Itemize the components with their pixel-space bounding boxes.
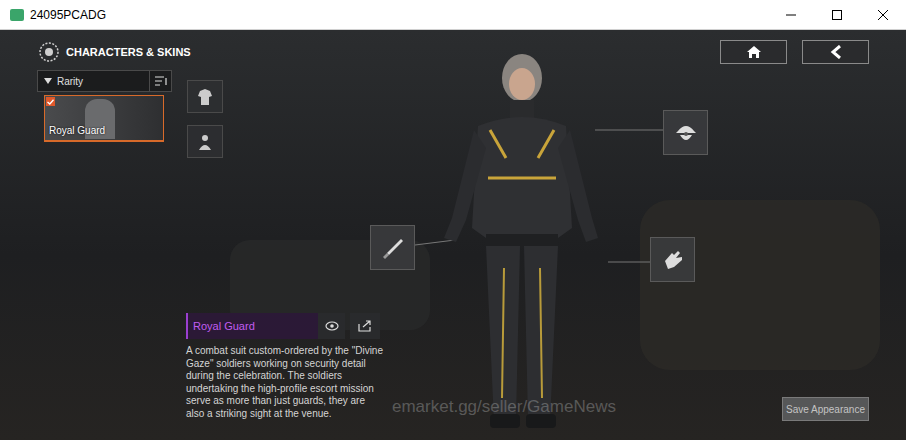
page-title: CHARACTERS & SKINS bbox=[66, 44, 191, 61]
share-icon bbox=[358, 320, 372, 332]
filter-label: Rarity bbox=[57, 74, 83, 89]
character-model[interactable] bbox=[430, 38, 610, 434]
skin-description: A combat suit custom-ordered by the "Div… bbox=[186, 345, 386, 420]
check-icon bbox=[47, 99, 54, 105]
gloves-slot[interactable] bbox=[650, 237, 695, 282]
mask-icon bbox=[672, 119, 700, 147]
globe-icon bbox=[37, 41, 61, 63]
skin-panel: CHARACTERS & SKINS Rarity Royal Guard bbox=[0, 30, 180, 440]
save-appearance-button[interactable]: Save Appearance bbox=[782, 397, 869, 421]
background-scene bbox=[640, 200, 880, 370]
glove-icon bbox=[660, 247, 686, 273]
preview-button[interactable] bbox=[318, 313, 345, 339]
outfit-icon bbox=[196, 88, 214, 106]
pose-icon bbox=[196, 133, 214, 151]
sort-button[interactable] bbox=[149, 71, 171, 91]
outfit-tab[interactable] bbox=[187, 80, 223, 113]
skin-name: Royal Guard bbox=[193, 318, 255, 335]
skin-details: Royal Guard A combat suit custom-ordered… bbox=[186, 313, 386, 420]
skin-name-bar: Royal Guard bbox=[186, 313, 318, 339]
skin-card-label: Royal Guard bbox=[49, 123, 105, 138]
game-screen: CHARACTERS & SKINS Rarity Royal Guard bbox=[0, 30, 906, 440]
rarity-filter[interactable]: Rarity bbox=[37, 70, 172, 92]
skin-card[interactable]: Royal Guard bbox=[44, 95, 164, 142]
sort-icon bbox=[155, 76, 167, 86]
melee-slot[interactable] bbox=[370, 225, 415, 270]
headgear-slot[interactable] bbox=[663, 110, 708, 155]
watermark: emarket.gg/seller/GameNews bbox=[392, 394, 616, 420]
app-window: 24095PCADG bbox=[0, 0, 906, 440]
home-button[interactable] bbox=[720, 40, 787, 64]
title-bar: 24095PCADG bbox=[0, 0, 906, 30]
window-title: 24095PCADG bbox=[30, 6, 106, 24]
close-button[interactable] bbox=[860, 0, 906, 30]
maximize-button[interactable] bbox=[814, 0, 860, 30]
eye-icon bbox=[325, 321, 339, 331]
minimize-icon bbox=[786, 10, 796, 20]
pose-tab[interactable] bbox=[187, 125, 223, 158]
minimize-button[interactable] bbox=[768, 0, 814, 30]
home-icon bbox=[746, 45, 762, 59]
skin-checkbox[interactable] bbox=[46, 97, 55, 106]
maximize-icon bbox=[832, 10, 842, 20]
share-button[interactable] bbox=[350, 313, 380, 339]
app-icon bbox=[10, 9, 24, 21]
close-icon bbox=[878, 10, 888, 20]
back-button[interactable] bbox=[802, 40, 869, 64]
knife-icon bbox=[380, 235, 406, 261]
dropdown-arrow-icon bbox=[44, 78, 52, 84]
save-label: Save Appearance bbox=[786, 402, 865, 417]
back-icon bbox=[830, 45, 842, 59]
